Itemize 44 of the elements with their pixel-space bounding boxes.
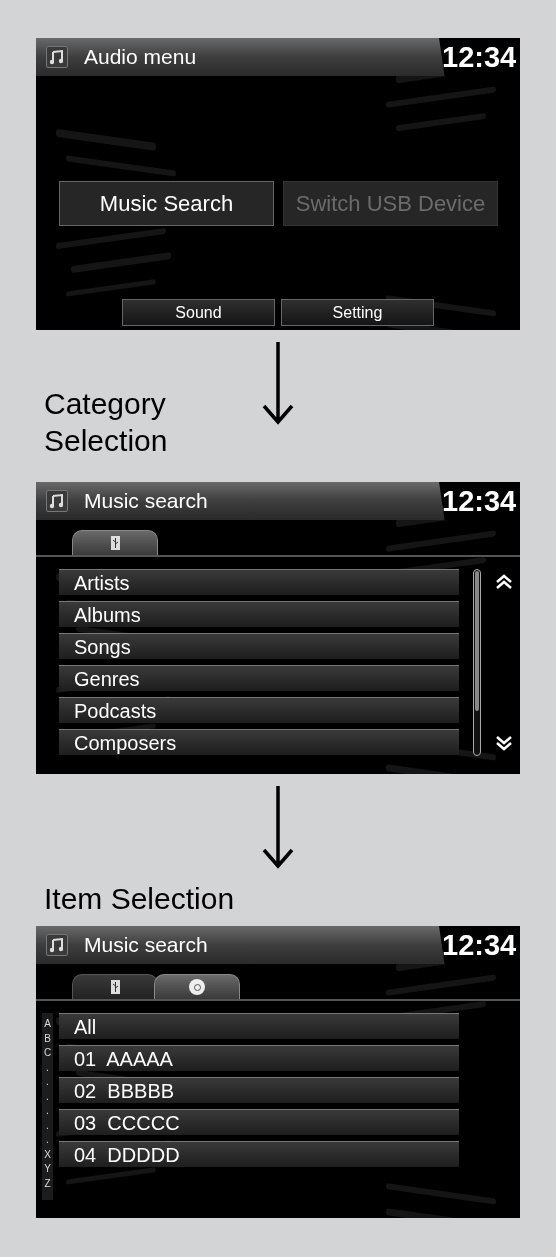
music-note-icon xyxy=(46,490,68,512)
screen-title: Audio menu xyxy=(84,44,197,71)
bottom-button[interactable]: Sound xyxy=(122,299,275,326)
list-item[interactable]: 02 BBBBB xyxy=(59,1077,459,1103)
index-letter[interactable]: Z xyxy=(44,1176,51,1191)
music-note-icon xyxy=(46,934,68,956)
index-letter[interactable]: A xyxy=(44,1017,51,1032)
index-letter[interactable]: . xyxy=(46,1118,49,1133)
music-note-icon xyxy=(46,46,68,68)
list-item[interactable]: 04 DDDDD xyxy=(59,1141,459,1167)
scroll-bar[interactable] xyxy=(473,569,481,756)
index-letter[interactable]: C xyxy=(43,1046,52,1061)
source-tab[interactable] xyxy=(154,974,240,999)
usb-icon xyxy=(110,980,120,994)
list-item[interactable]: Artists xyxy=(59,569,459,595)
index-letter[interactable]: X xyxy=(44,1147,51,1162)
list-item[interactable]: Genres xyxy=(59,665,459,691)
screen-title: Music search xyxy=(84,488,208,515)
list-item[interactable]: Composers xyxy=(59,729,459,755)
list-item[interactable]: 03 CCCCC xyxy=(59,1109,459,1135)
index-letter[interactable]: Y xyxy=(44,1162,51,1177)
list-item[interactable]: 01 AAAAA xyxy=(59,1045,459,1071)
index-letter[interactable]: . xyxy=(46,1060,49,1075)
source-tab[interactable] xyxy=(72,530,158,555)
index-letter[interactable]: . xyxy=(46,1075,49,1090)
index-letter[interactable]: . xyxy=(46,1133,49,1148)
down-arrow-icon xyxy=(261,342,295,426)
list-item[interactable]: Songs xyxy=(59,633,459,659)
down-arrow-icon xyxy=(261,786,295,870)
index-letter[interactable]: . xyxy=(46,1089,49,1104)
step-caption: Item Selection xyxy=(44,881,236,917)
step-caption: Category Selection xyxy=(44,386,169,459)
list-item[interactable]: Podcasts xyxy=(59,697,459,723)
source-tab[interactable] xyxy=(72,974,158,999)
list-item[interactable]: All xyxy=(59,1013,459,1039)
menu-button[interactable]: Music Search xyxy=(59,181,274,226)
usb-icon xyxy=(110,536,120,550)
index-letter[interactable]: . xyxy=(46,1104,49,1119)
scroll-down-icon[interactable] xyxy=(495,735,513,751)
bottom-button[interactable]: Setting xyxy=(281,299,434,326)
index-letter[interactable]: B xyxy=(44,1031,51,1046)
screen-title: Music search xyxy=(84,932,208,959)
scroll-up-icon[interactable] xyxy=(495,574,513,590)
list-item[interactable]: Albums xyxy=(59,601,459,627)
